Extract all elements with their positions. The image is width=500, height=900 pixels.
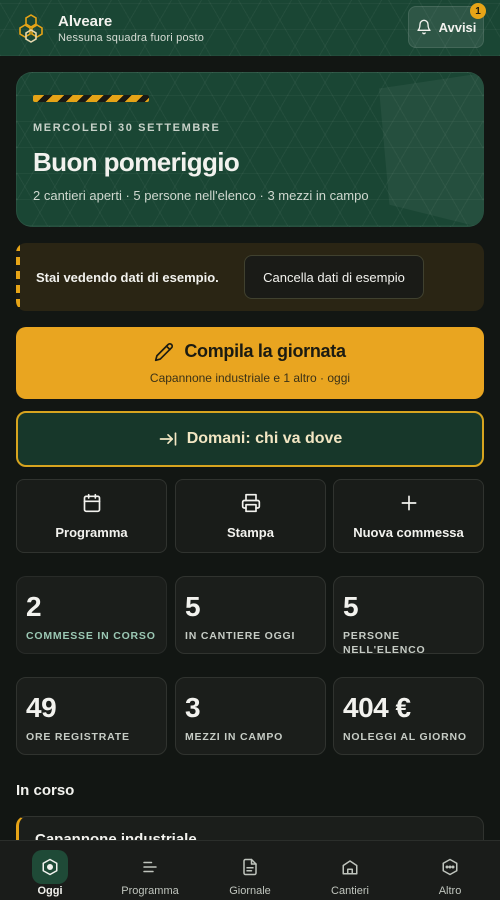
hero-summary: 2 cantieri aperti · 5 persone nell'elenc… <box>33 188 369 203</box>
hero-date: MERCOLEDÌ 30 SETTEMBRE <box>33 122 221 134</box>
nav-label: Oggi <box>37 885 63 897</box>
schedule-label: Programma <box>55 524 128 540</box>
hexagon-home-icon <box>42 858 58 876</box>
nav-icon-wrap <box>332 850 368 884</box>
hero-card: MERCOLEDÌ 30 SETTEMBRE Buon pomeriggio 2… <box>16 72 484 227</box>
stat-vehicles-in-field[interactable]: 3 Mezzi in campo <box>175 677 326 755</box>
banner-stripe <box>16 243 20 311</box>
stat-label: Ore registrate <box>26 731 130 743</box>
lines-icon <box>143 861 157 873</box>
stat-active-orders[interactable]: 2 Commesse in corso <box>16 576 167 654</box>
nav-item-altro[interactable]: Altro <box>400 841 500 900</box>
stat-label: Commesse in corso <box>26 630 156 642</box>
nav-label: Giornale <box>229 885 271 897</box>
bottom-nav: Oggi Programma Giornale Cantieri Altro <box>0 840 500 900</box>
notifications-button[interactable]: Avvisi 1 <box>408 3 486 48</box>
hero-greeting: Buon pomeriggio <box>33 147 240 177</box>
nav-item-giornale[interactable]: Giornale <box>200 841 300 900</box>
stat-people-listed[interactable]: 5 Persone nell'elenco <box>333 576 484 654</box>
stat-label: Mezzi in campo <box>185 731 284 743</box>
in-progress-title: In corso <box>16 782 75 799</box>
clear-sample-data-button[interactable]: Cancella dati di esempio <box>244 255 424 299</box>
more-icon <box>442 858 458 876</box>
stat-on-site-today[interactable]: 5 In cantiere oggi <box>175 576 326 654</box>
nav-item-programma[interactable]: Programma <box>100 841 200 900</box>
site-icon <box>342 860 358 875</box>
stat-label: Noleggi al giorno <box>343 731 467 743</box>
notifications-badge: 1 <box>470 3 486 19</box>
stat-daily-rentals[interactable]: 404 € Noleggi al giorno <box>333 677 484 755</box>
nav-item-cantieri[interactable]: Cantieri <box>300 841 400 900</box>
stat-value: 49 <box>26 692 57 723</box>
sample-data-banner: Stai vedendo dati di esempio. Cancella d… <box>16 243 484 311</box>
new-order-button[interactable]: Nuova commessa <box>333 479 484 553</box>
stat-label: Persone nell'elenco <box>343 630 426 654</box>
stat-value: 5 <box>185 591 201 622</box>
printer-icon <box>241 493 260 512</box>
schedule-button[interactable]: Programma <box>16 479 167 553</box>
stat-value: 3 <box>185 692 201 723</box>
sample-data-text: Stai vedendo dati di esempio. <box>36 269 219 285</box>
nav-label: Programma <box>121 885 179 897</box>
calendar-icon <box>83 493 100 512</box>
bell-icon <box>416 19 431 35</box>
pencil-icon <box>155 342 174 361</box>
tomorrow-assignments-button[interactable]: Domani: chi va dove <box>16 411 484 467</box>
nav-icon-wrap <box>32 850 68 884</box>
print-button[interactable]: Stampa <box>175 479 326 553</box>
app-header: Alveare Nessuna squadra fuori posto Avvi… <box>0 0 500 56</box>
stat-value: 5 <box>343 591 359 622</box>
stat-hours-logged[interactable]: 49 Ore registrate <box>16 677 167 755</box>
fill-day-subtitle: Capannone industriale e 1 altro · oggi <box>149 371 351 385</box>
brand: Alveare Nessuna squadra fuori posto <box>58 13 204 44</box>
new-order-label: Nuova commessa <box>353 524 464 540</box>
print-label: Stampa <box>227 524 274 540</box>
nav-label: Cantieri <box>331 885 369 897</box>
fill-day-button[interactable]: Compila la giornata Capannone industrial… <box>16 327 484 399</box>
document-icon <box>243 858 257 876</box>
hazard-stripe <box>33 95 149 102</box>
nav-icon-wrap <box>232 850 268 884</box>
stat-value: 404 € <box>343 692 411 723</box>
notifications-label: Avvisi <box>438 19 477 35</box>
plus-icon <box>401 495 416 510</box>
honeycomb-icon <box>19 14 43 43</box>
app-subtitle: Nessuna squadra fuori posto <box>58 31 205 44</box>
stat-label: In cantiere oggi <box>185 630 296 642</box>
nav-icon-wrap <box>432 850 468 884</box>
arrow-right-to-line-icon <box>159 432 177 446</box>
nav-label: Altro <box>438 885 462 897</box>
nav-item-oggi[interactable]: Oggi <box>0 841 100 900</box>
fill-day-title: Compila la giornata <box>184 341 346 361</box>
nav-icon-wrap <box>132 850 168 884</box>
stat-value: 2 <box>26 591 42 622</box>
hero-decoration <box>379 73 483 226</box>
app-title: Alveare <box>58 12 113 30</box>
tomorrow-assignments-label: Domani: chi va dove <box>186 430 343 447</box>
